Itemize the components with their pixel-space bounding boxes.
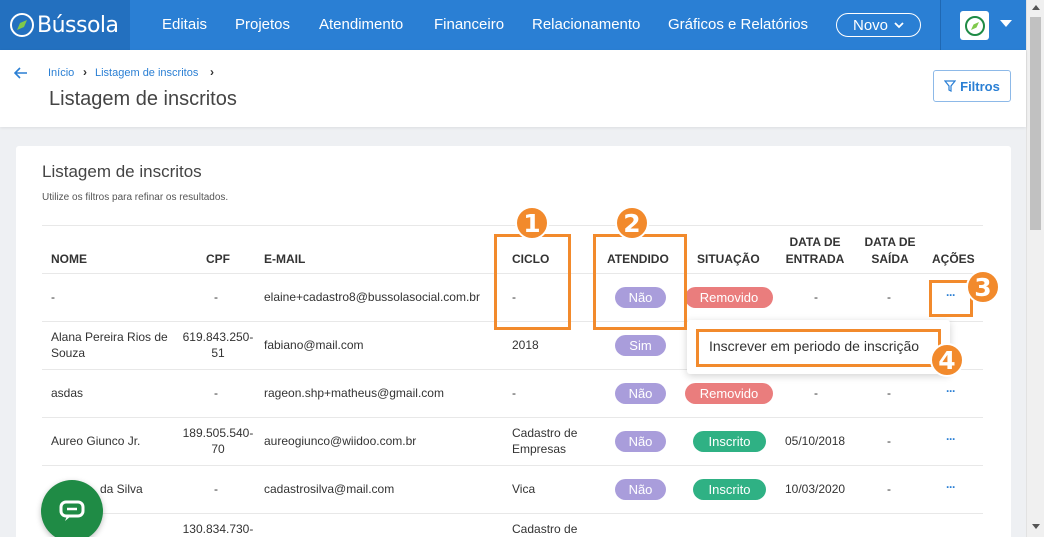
cell-data-saida: -	[887, 434, 891, 448]
user-avatar[interactable]	[960, 11, 989, 40]
cell-ciclo: Vica	[512, 482, 536, 496]
chevron-down-icon	[894, 21, 904, 28]
cell-email: aureogiunco@wiidoo.com.br	[264, 434, 417, 448]
compass-icon	[10, 13, 34, 37]
row-divider	[42, 465, 983, 466]
nav-item-relacionamento[interactable]: Relacionamento	[532, 0, 640, 50]
top-navbar: Bússola Editais Projetos Atendimento Fin…	[0, 0, 1026, 50]
status-badge-atendido: Sim	[615, 335, 666, 356]
cell-nome: da Silva	[100, 482, 143, 496]
status-badge-atendido: Não	[615, 431, 666, 452]
cell-email: rageon.shp+matheus@gmail.com	[264, 386, 444, 400]
brand-name: Bússola	[37, 12, 119, 38]
column-header-cpf[interactable]: CPF	[206, 251, 230, 268]
status-badge-situacao: Removido	[685, 383, 773, 404]
column-header-data-entrada[interactable]: DATA DE ENTRADA	[785, 234, 845, 268]
cell-email: cadastrosilva@mail.com	[264, 482, 395, 496]
nav-item-graficos-relatorios[interactable]: Gráficos e Relatórios	[668, 0, 808, 50]
cell-nome: -	[51, 290, 55, 304]
column-header-situacao[interactable]: SITUAÇÃO	[697, 251, 760, 268]
nav-item-projetos[interactable]: Projetos	[235, 0, 290, 50]
cell-cpf: -	[214, 482, 218, 496]
cell-data-saida: -	[887, 482, 891, 496]
status-badge-situacao: Inscrito	[693, 479, 766, 500]
cell-data-entrada: -	[814, 290, 818, 304]
nav-item-financeiro[interactable]: Financeiro	[434, 0, 504, 50]
novo-button[interactable]: Novo	[836, 13, 921, 37]
cell-ciclo: -	[512, 386, 516, 400]
annotation-badge-2: 2	[615, 206, 649, 240]
filters-button-label: Filtros	[960, 78, 1000, 94]
annotation-box-menu-item	[696, 329, 941, 367]
annotation-badge-4: 4	[930, 343, 964, 377]
cell-data-entrada: 05/10/2018	[785, 434, 846, 448]
row-actions-button[interactable]: ···	[946, 384, 956, 398]
cell-data-saida: -	[887, 386, 891, 400]
status-badge-atendido: Não	[615, 383, 666, 404]
brand-logo[interactable]: Bússola	[0, 0, 130, 50]
annotation-badge-3: 3	[966, 270, 1000, 304]
cell-email: elaine+cadastro8@bussolasocial.com.br	[264, 290, 480, 304]
cell-cpf: -	[214, 290, 218, 304]
compass-avatar-icon	[964, 15, 985, 36]
annotation-badge-1: 1	[515, 206, 549, 240]
scroll-thumb[interactable]	[1030, 17, 1041, 230]
cell-data-entrada: 10/03/2020	[785, 482, 846, 496]
chat-button[interactable]	[41, 480, 103, 537]
cell-ciclo: 2018	[512, 338, 539, 352]
cell-email: fabiano@mail.com	[264, 338, 364, 352]
card-title: Listagem de inscritos	[42, 162, 202, 181]
nav-item-editais[interactable]: Editais	[162, 0, 207, 50]
filters-button[interactable]: Filtros	[933, 70, 1011, 102]
breadcrumb-separator: ›	[210, 65, 214, 79]
status-badge-situacao: Removido	[685, 287, 773, 308]
nav-divider	[940, 0, 941, 50]
breadcrumb-current[interactable]: Listagem de inscritos	[95, 67, 198, 79]
page-scrollbar[interactable]	[1026, 0, 1044, 537]
cell-cpf: -	[214, 386, 218, 400]
annotation-box-atendido	[593, 234, 687, 330]
cell-data-saida: -	[887, 290, 891, 304]
status-badge-situacao: Inscrito	[693, 431, 766, 452]
cell-data-entrada: -	[814, 386, 818, 400]
card-subtitle: Utilize os filtros para refinar os resul…	[42, 192, 229, 203]
breadcrumb-separator: ›	[83, 65, 87, 79]
breadcrumb-home[interactable]: Início	[48, 67, 74, 79]
column-header-nome[interactable]: NOME	[51, 251, 87, 268]
novo-button-label: Novo	[852, 16, 889, 34]
scroll-down-arrow-icon[interactable]	[1032, 524, 1040, 529]
row-actions-button[interactable]: ···	[946, 432, 956, 446]
row-divider	[42, 513, 983, 514]
cell-nome: Alana Pereira Rios de Souza	[51, 330, 168, 360]
user-menu-caret-icon[interactable]	[1000, 20, 1012, 27]
cell-ciclo: Cadastro de	[512, 522, 578, 536]
row-actions-button[interactable]: ···	[946, 480, 956, 494]
cell-ciclo: Cadastro de Empresas	[512, 426, 578, 456]
annotation-box-ciclo	[494, 234, 571, 330]
cell-cpf: 130.834.730-	[182, 522, 254, 536]
chat-icon	[59, 500, 85, 521]
cell-cpf: 619.843.250-51	[182, 330, 254, 360]
divider	[42, 225, 983, 226]
cell-cpf: 189.505.540-70	[182, 426, 254, 456]
page-title: Listagem de inscritos	[49, 88, 237, 110]
status-badge-atendido: Não	[615, 479, 666, 500]
scroll-up-arrow-icon[interactable]	[1032, 5, 1040, 10]
arrow-left-icon[interactable]	[14, 67, 28, 79]
funnel-icon	[944, 80, 957, 92]
cell-nome: asdas	[51, 386, 84, 400]
row-divider	[42, 417, 983, 418]
column-header-acoes: AÇÕES	[932, 252, 975, 266]
cell-nome: Aureo Giunco Jr.	[51, 434, 141, 448]
column-header-data-saida[interactable]: DATA DE SAÍDA	[860, 234, 920, 268]
nav-item-atendimento[interactable]: Atendimento	[319, 0, 403, 50]
column-header-email[interactable]: E-MAIL	[264, 251, 305, 268]
